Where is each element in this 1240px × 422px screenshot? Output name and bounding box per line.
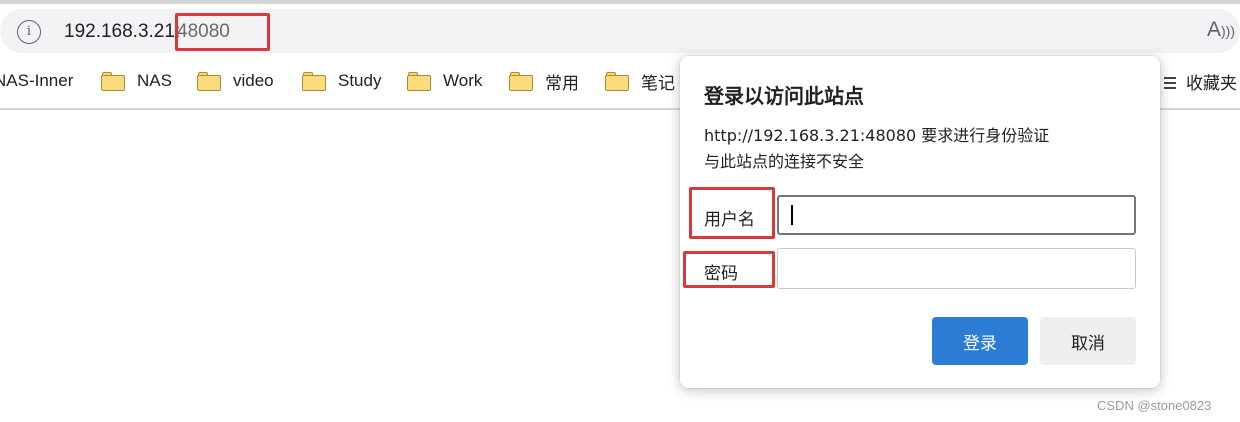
bookmark-label: Work — [443, 71, 483, 90]
password-input[interactable] — [777, 248, 1136, 289]
folder-icon — [302, 71, 326, 91]
bookmark-label: 常用 — [545, 73, 579, 93]
cancel-button[interactable]: 取消 — [1040, 317, 1136, 365]
bookmark-label: 收藏夹 — [1186, 73, 1237, 93]
folder-icon — [509, 71, 533, 91]
login-dialog: 登录以访问此站点 http://192.168.3.21:48080 要求进行身… — [680, 56, 1160, 388]
bookmark-video[interactable]: video — [197, 59, 274, 103]
favorites-icon — [1160, 73, 1176, 89]
window-top-strip — [0, 0, 1240, 4]
bookmark-label: NAS-Inner — [0, 71, 74, 90]
bookmark-nas[interactable]: NAS — [101, 59, 172, 103]
dialog-auth-message: http://192.168.3.21:48080 要求进行身份验证 — [704, 126, 1050, 145]
dialog-title: 登录以访问此站点 — [704, 84, 864, 108]
bookmark-common[interactable]: 常用 — [509, 59, 579, 103]
login-button[interactable]: 登录 — [932, 317, 1028, 365]
url-host[interactable]: 192.168.3.21: — [64, 20, 180, 44]
folder-icon — [407, 71, 431, 91]
read-aloud-icon[interactable]: A))) — [1207, 18, 1235, 42]
bookmark-favorites[interactable]: 收藏夹 — [1160, 59, 1237, 103]
bookmark-label: Study — [338, 71, 382, 90]
folder-icon — [197, 71, 221, 91]
highlight-password-label — [683, 251, 775, 288]
bookmark-label: video — [233, 71, 274, 90]
bookmark-nas-inner[interactable]: NAS-Inner — [0, 59, 73, 103]
bookmark-notes[interactable]: 笔记 — [605, 59, 675, 103]
highlight-port-box — [175, 13, 270, 51]
info-icon[interactable]: i — [17, 20, 41, 44]
bookmark-label: 笔记 — [641, 73, 675, 93]
bookmark-work[interactable]: Work — [407, 59, 482, 103]
watermark: CSDN @stone0823 — [1097, 398, 1212, 413]
bookmark-study[interactable]: Study — [302, 59, 381, 103]
text-caret — [791, 205, 793, 225]
bookmark-label: NAS — [137, 71, 172, 90]
folder-icon — [605, 71, 629, 91]
highlight-username-label — [689, 187, 775, 239]
folder-icon — [101, 71, 125, 91]
username-input[interactable] — [777, 195, 1136, 235]
dialog-insecure-message: 与此站点的连接不安全 — [704, 152, 865, 171]
